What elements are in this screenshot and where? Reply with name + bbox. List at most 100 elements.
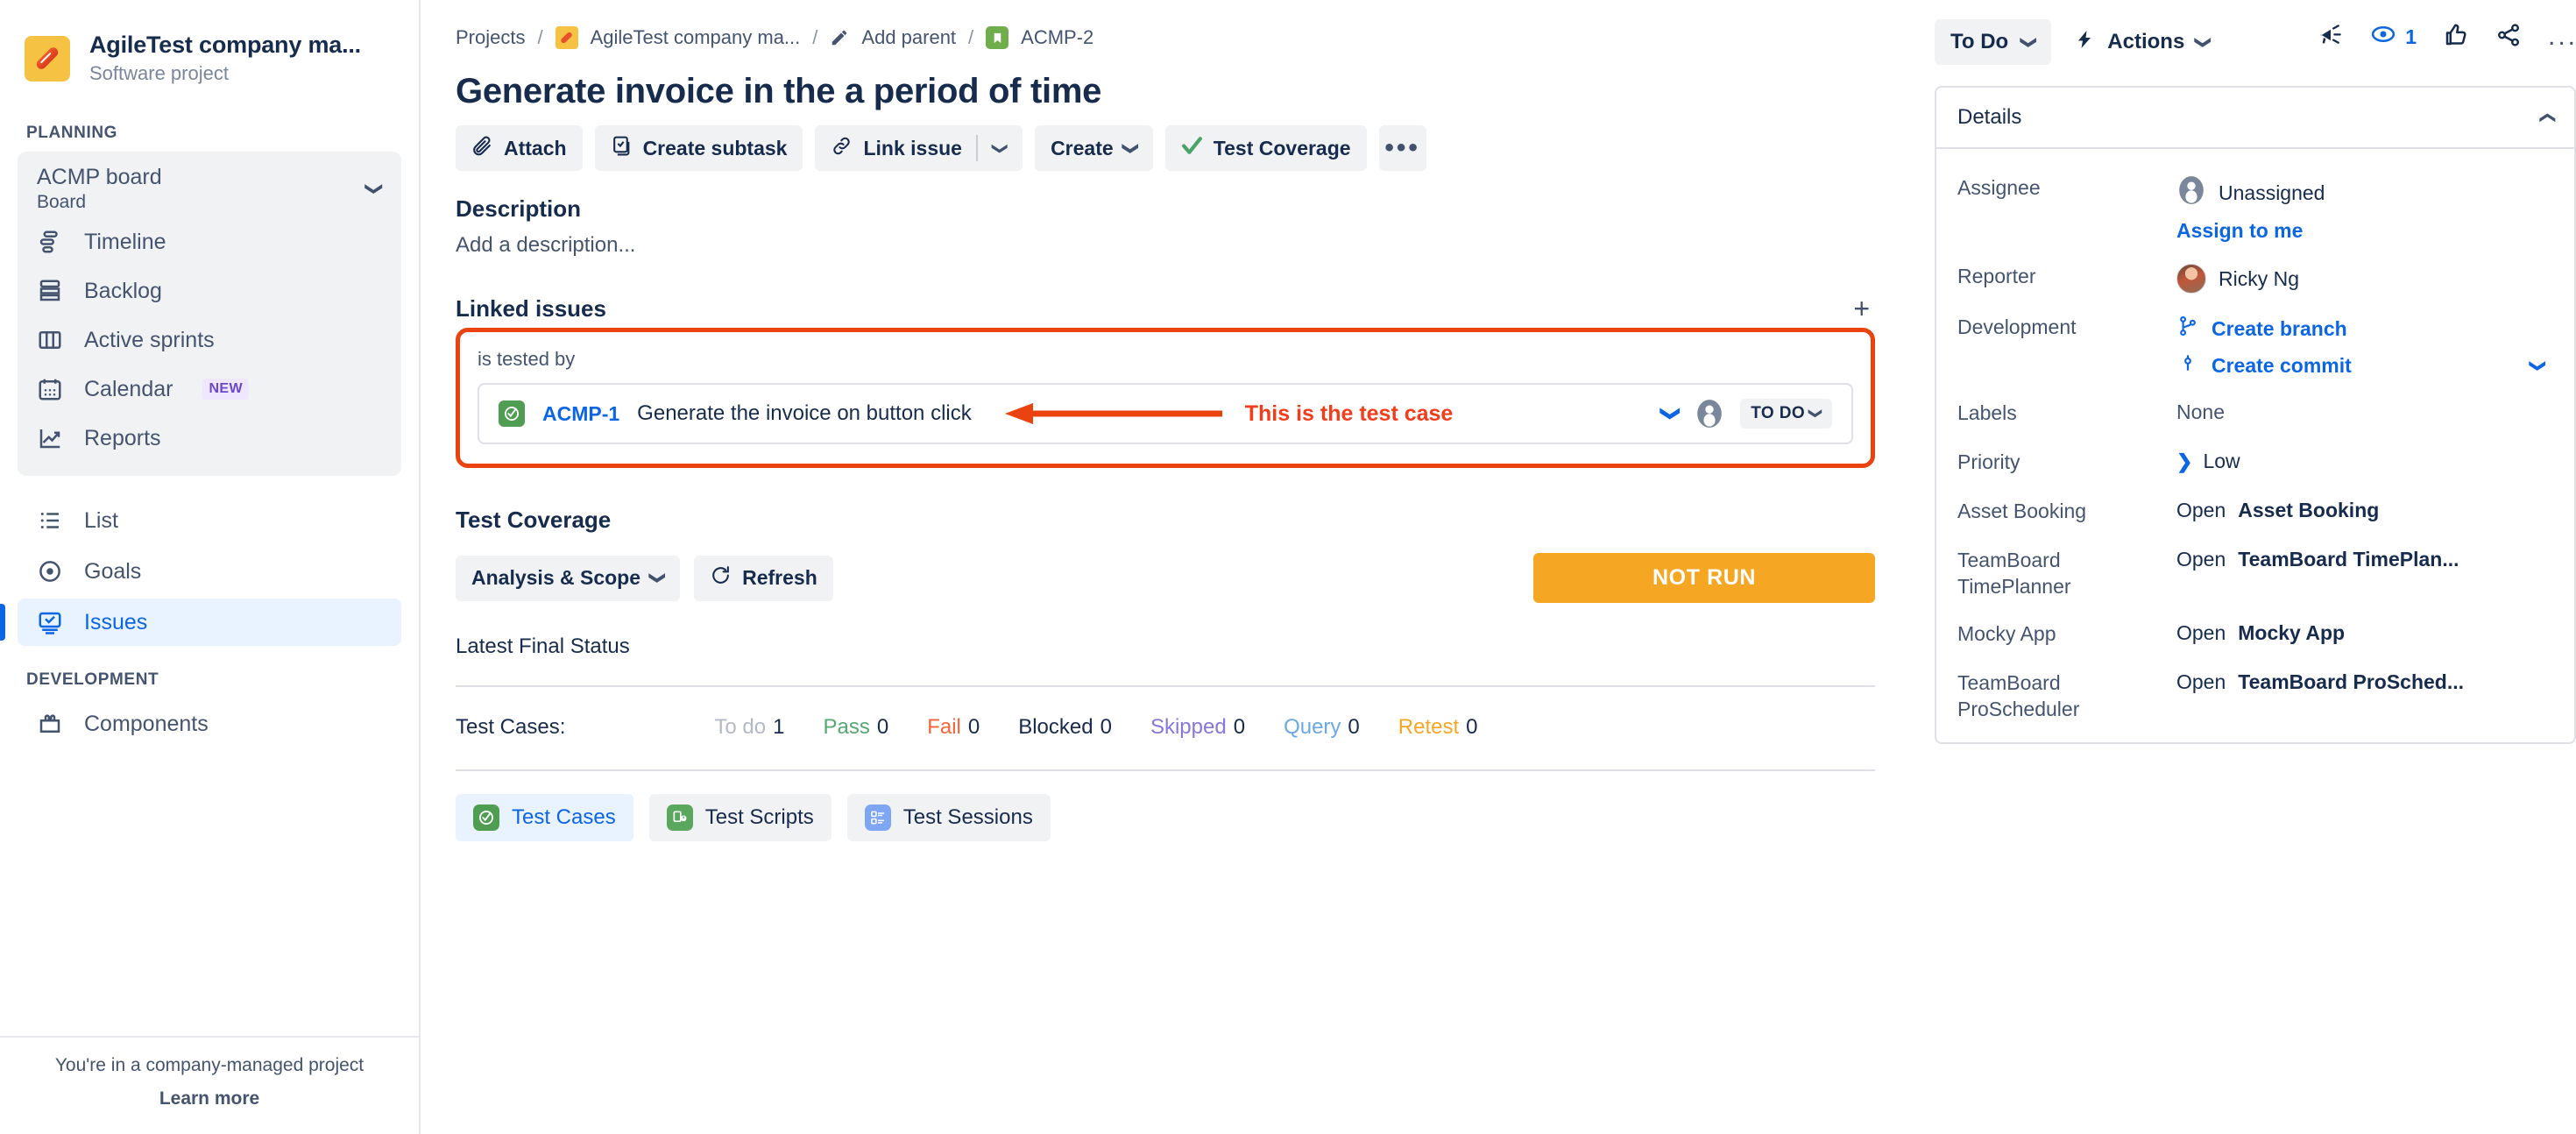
details-card-header[interactable]: Details ❯ [1936,88,2574,149]
sidebar-item-issues[interactable]: Issues [0,599,401,647]
link-issue-dropdown[interactable]: ❯ [978,125,1023,171]
breadcrumb-issue-key[interactable]: ACMP-2 [1021,26,1093,49]
board-nav-group: ACMP board Board ❯ Timeline Backlog Acti… [18,152,401,477]
more-options-icon[interactable]: ... [2548,24,2576,50]
tab-test-cases[interactable]: Test Cases [456,794,633,841]
sidebar-item-label: Reports [84,425,161,450]
sidebar-item-label: Active sprints [84,327,215,352]
test-case-counts: Test Cases: To do 1 Pass 0 Fail 0 Blocke… [456,715,1875,740]
description-placeholder[interactable]: Add a description... [456,233,1875,258]
breadcrumb-project[interactable]: AgileTest company ma... [591,26,801,49]
board-selector[interactable]: ACMP board Board ❯ [18,152,401,216]
tab-test-scripts[interactable]: Test Scripts [648,794,832,841]
field-development: Development Create branch Create commit … [1957,304,2553,390]
count-skipped: Skipped 0 [1150,715,1245,740]
link-icon [831,135,853,162]
test-case-icon [499,400,525,427]
sidebar-item-backlog[interactable]: Backlog [18,267,401,315]
divider [456,769,1875,771]
timeline-icon [37,229,63,255]
commit-icon [2176,351,2199,379]
avatar[interactable] [1695,399,1725,429]
latest-final-status-label: Latest Final Status [456,634,630,658]
linked-issue-summary[interactable]: Generate the invoice on button click [637,401,972,426]
refresh-label: Refresh [742,566,817,589]
sidebar-item-list[interactable]: List [18,497,401,544]
watchers-control[interactable]: 1 [2370,21,2417,53]
backlog-icon [37,278,63,304]
sidebar-item-label: Goals [84,558,142,584]
chevron-down-icon[interactable]: ❯ [2529,358,2547,372]
sidebar-item-label: Backlog [84,278,162,303]
attach-button[interactable]: Attach [456,125,583,171]
status-badge[interactable]: TO DO ❯ [1740,399,1832,429]
status-label: TO DO [1751,404,1806,422]
field-value[interactable]: ❯ Low [2176,450,2240,473]
learn-more-link[interactable]: Learn more [26,1088,393,1109]
more-actions-button[interactable]: ••• [1378,125,1426,171]
sidebar-item-components[interactable]: Components [18,700,401,748]
count-fail: Fail 0 [927,715,980,740]
chevron-down-icon: ❯ [649,571,668,585]
count-query: Query 0 [1284,715,1360,740]
thumbs-up-icon[interactable] [2443,22,2469,53]
share-icon[interactable] [2495,22,2522,53]
chevron-down-icon: ❯ [992,141,1010,155]
divider [456,685,1875,687]
linked-issues-heading: Linked issues [456,294,606,322]
branch-icon [2176,315,2199,343]
field-value[interactable]: Open TeamBoard ProSched... [2176,670,2464,694]
check-mark-icon [1181,135,1203,162]
field-value[interactable]: None [2176,400,2225,424]
breadcrumb-add-parent[interactable]: Add parent [861,26,956,49]
sidebar-item-timeline[interactable]: Timeline [18,218,401,266]
eye-icon [2370,21,2396,53]
sidebar-item-calendar[interactable]: Calendar NEW [18,365,401,413]
count-label: Fail [927,715,961,739]
megaphone-icon[interactable] [2318,22,2344,53]
issue-status-dropdown[interactable]: To Do ❯ [1935,19,2052,65]
field-asset-booking: Asset Booking Open Asset Booking [1957,488,2553,537]
sidebar-item-reports[interactable]: Reports [18,415,401,462]
project-avatar-icon [25,35,70,82]
sidebar-item-goals[interactable]: Goals [18,548,401,595]
field-teamboard-proscheduler: TeamBoard ProScheduler Open TeamBoard Pr… [1957,660,2553,734]
test-coverage-button[interactable]: Test Coverage [1164,125,1367,171]
add-linked-issue-button[interactable]: + [1853,294,1875,322]
board-columns-icon [37,327,63,353]
avatar [2176,175,2206,210]
field-value[interactable]: Open TeamBoard TimePlan... [2176,548,2459,571]
open-prefix: Open [2176,548,2226,571]
scope-select[interactable]: Analysis & Scope ❯ [456,555,681,601]
sidebar: AgileTest company ma... Software project… [0,0,421,1134]
chevron-down-icon[interactable]: ❯ [1660,406,1682,422]
assignee-name: Unassigned [2219,181,2325,204]
linked-issue-key[interactable]: ACMP-1 [542,402,619,426]
create-subtask-label: Create subtask [642,136,788,159]
create-subtask-button[interactable]: Create subtask [594,125,803,171]
chevron-up-icon[interactable]: ❯ [2537,110,2556,124]
field-value[interactable]: Open Asset Booking [2176,499,2379,522]
create-button[interactable]: Create ❯ [1035,125,1153,171]
avatar [2176,264,2206,294]
sidebar-item-active-sprints[interactable]: Active sprints [18,316,401,364]
linked-issue-row[interactable]: ACMP-1 Generate the invoice on button cl… [478,383,1853,444]
test-coverage-tabs: Test Cases Test Scripts Test Sessions [456,794,1875,841]
field-label: TeamBoard TimePlanner [1957,549,2071,598]
count-value: 0 [1100,715,1112,739]
count-label: Skipped [1150,715,1227,739]
chevron-down-icon[interactable]: ❯ [364,181,386,196]
field-value[interactable]: Open Mocky App [2176,621,2345,645]
create-commit-link[interactable]: Create commit [2212,354,2352,378]
test-scripts-icon [666,804,693,831]
breadcrumb-projects[interactable]: Projects [456,26,525,49]
priority-value: Low [2203,450,2240,472]
field-label: TeamBoard ProScheduler [1957,670,2080,720]
assign-to-me-link[interactable]: Assign to me [2176,219,2303,243]
link-issue-button[interactable]: Link issue [815,125,975,171]
tab-test-sessions[interactable]: Test Sessions [846,794,1051,841]
actions-dropdown[interactable]: Actions ❯ [2074,27,2212,58]
create-branch-link[interactable]: Create branch [2212,317,2347,341]
refresh-button[interactable]: Refresh [694,555,833,601]
project-header[interactable]: AgileTest company ma... Software project [0,0,419,101]
